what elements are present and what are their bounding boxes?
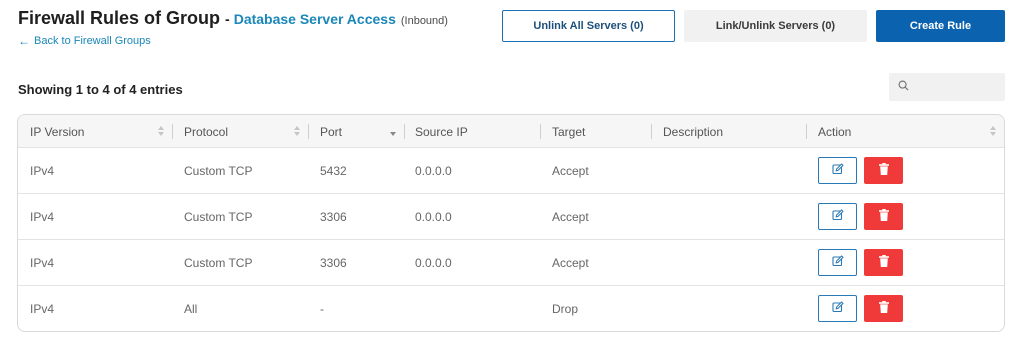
cell-protocol: All [184, 302, 198, 316]
entries-info: Showing 1 to 4 of 4 entries [18, 82, 183, 97]
cell-protocol: Custom TCP [184, 210, 253, 224]
cell-ip-version: IPv4 [30, 302, 55, 316]
edit-rule-button[interactable] [818, 203, 857, 230]
back-link-label: Back to Firewall Groups [34, 35, 151, 47]
cell-source-ip: 0.0.0.0 [415, 164, 452, 178]
edit-rule-button[interactable] [818, 249, 857, 276]
cell-source-ip: 0.0.0.0 [415, 256, 452, 270]
column-label: IP Version [30, 124, 85, 139]
column-label: Protocol [184, 124, 229, 139]
column-divider [651, 124, 652, 139]
sort-icon[interactable] [294, 126, 300, 137]
column-header-protocol[interactable]: Protocol [172, 115, 302, 148]
cell-source-ip: 0.0.0.0 [415, 210, 452, 224]
column-label: Action [818, 124, 852, 139]
cell-ip-version: IPv4 [30, 210, 55, 224]
firewall-rules-page: Firewall Rules of Group - Database Serve… [0, 0, 1024, 348]
column-label: Description [663, 124, 724, 139]
create-rule-button[interactable]: Create Rule [876, 10, 1005, 42]
cell-ip-version: IPv4 [30, 256, 55, 270]
cell-protocol: Custom TCP [184, 256, 253, 270]
table-row: IPv4 Custom TCP 3306 0.0.0.0 Accept [18, 240, 1004, 286]
back-to-groups-link[interactable]: ← Back to Firewall Groups [18, 35, 151, 47]
table-row: IPv4 Custom TCP 3306 0.0.0.0 Accept [18, 194, 1004, 240]
edit-icon [831, 254, 844, 272]
column-divider [540, 124, 541, 139]
cell-port: 3306 [320, 210, 347, 224]
cell-port: 3306 [320, 256, 347, 270]
column-divider [404, 124, 405, 139]
column-divider [172, 124, 173, 139]
column-header-description[interactable]: Description [651, 115, 806, 148]
column-label: Port [320, 124, 343, 139]
link-unlink-servers-button[interactable]: Link/Unlink Servers (0) [684, 10, 867, 42]
delete-rule-button[interactable] [864, 203, 903, 230]
edit-rule-button[interactable] [818, 157, 857, 184]
title-text: Firewall Rules of Group [18, 8, 221, 28]
cell-protocol: Custom TCP [184, 164, 253, 178]
search-input[interactable] [914, 81, 1000, 93]
search-icon [898, 78, 909, 96]
cell-target: Accept [552, 210, 589, 224]
title-separator: - [225, 11, 230, 27]
edit-rule-button[interactable] [818, 295, 857, 322]
cell-target: Accept [552, 164, 589, 178]
column-label: Source IP [415, 124, 468, 139]
edit-icon [831, 208, 844, 226]
cell-port: - [320, 302, 324, 316]
cell-port: 5432 [320, 164, 347, 178]
column-header-action[interactable]: Action [806, 115, 996, 148]
delete-rule-button[interactable] [864, 249, 903, 276]
column-label: Target [552, 124, 586, 139]
edit-icon [831, 300, 844, 318]
cell-target: Accept [552, 256, 589, 270]
direction-label: (Inbound) [400, 15, 448, 27]
table-header: IP Version Protocol Port Source IP Targe… [18, 115, 1004, 148]
trash-icon [878, 208, 889, 226]
column-header-ip-version[interactable]: IP Version [30, 115, 170, 148]
trash-icon [878, 162, 889, 180]
arrow-left-icon: ← [18, 34, 30, 48]
delete-rule-button[interactable] [864, 295, 903, 322]
sort-desc-icon[interactable] [390, 126, 396, 137]
trash-icon [878, 254, 889, 272]
column-header-source-ip[interactable]: Source IP [404, 115, 540, 148]
trash-icon [878, 300, 889, 318]
unlink-all-servers-button[interactable]: Unlink All Servers (0) [502, 10, 675, 42]
rules-table: IP Version Protocol Port Source IP Targe… [17, 114, 1005, 332]
column-divider [308, 124, 309, 139]
page-title: Firewall Rules of Group - Database Serve… [18, 8, 448, 29]
sort-icon[interactable] [990, 126, 996, 137]
sort-icon[interactable] [158, 126, 164, 137]
cell-ip-version: IPv4 [30, 164, 55, 178]
search-box[interactable] [889, 73, 1005, 101]
group-name: Database Server Access [233, 11, 396, 27]
table-row: IPv4 All - Drop [18, 286, 1004, 331]
table-row: IPv4 Custom TCP 5432 0.0.0.0 Accept [18, 148, 1004, 194]
column-header-target[interactable]: Target [540, 115, 651, 148]
delete-rule-button[interactable] [864, 157, 903, 184]
edit-icon [831, 162, 844, 180]
column-divider [806, 124, 807, 139]
cell-target: Drop [552, 302, 579, 316]
